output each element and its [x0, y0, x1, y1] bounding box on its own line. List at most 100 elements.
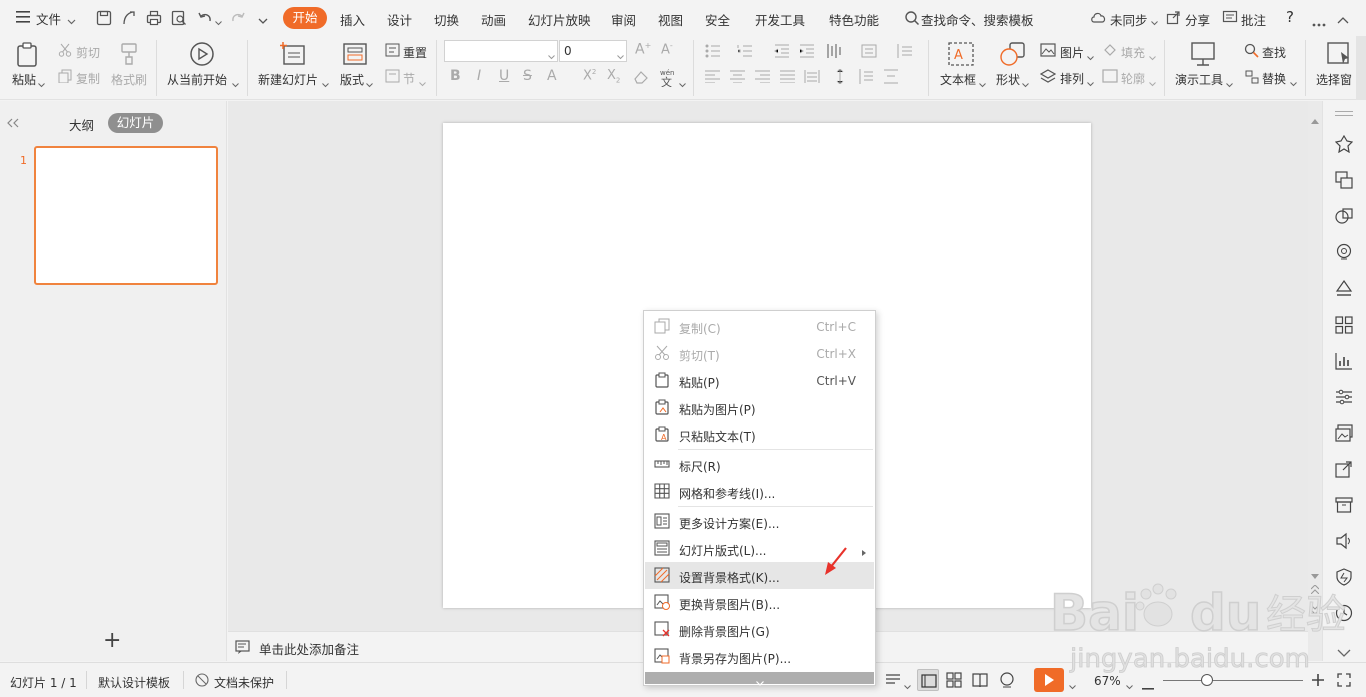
select-pane-icon[interactable]	[1327, 42, 1351, 69]
strikethrough-icon[interactable]: S	[523, 68, 532, 84]
italic-icon[interactable]: I	[477, 68, 481, 84]
menu-scroll-more[interactable]	[645, 672, 874, 686]
search-icon[interactable]	[904, 10, 920, 29]
shield-icon[interactable]	[1335, 568, 1353, 586]
fill-button[interactable]: 填充	[1121, 44, 1145, 61]
align-left-icon[interactable]	[705, 70, 720, 86]
file-menu[interactable]: 文件	[36, 9, 61, 28]
customize-toolbar-icon[interactable]	[258, 14, 268, 28]
bullet-list-icon[interactable]	[705, 44, 721, 61]
tab-slideshow[interactable]: 幻灯片放映	[528, 10, 591, 29]
new-slide-icon[interactable]	[280, 42, 306, 69]
reset-button[interactable]: 重置	[403, 44, 427, 61]
cut-icon[interactable]	[58, 43, 72, 60]
zoom-level[interactable]: 67%	[1094, 674, 1121, 688]
sync-status[interactable]: 未同步	[1110, 10, 1148, 29]
chevron-down-icon[interactable]	[1290, 76, 1297, 90]
shape-icon[interactable]	[1000, 42, 1026, 69]
share-icon[interactable]	[1166, 10, 1181, 28]
cut-button[interactable]: 剪切	[76, 44, 100, 61]
chevron-down-icon[interactable]	[232, 77, 239, 91]
slide-thumbnail[interactable]	[34, 146, 218, 285]
picture-button[interactable]: 图片	[1060, 44, 1084, 61]
outline-icon[interactable]	[1102, 69, 1118, 86]
format-painter-button[interactable]: 格式刷	[111, 71, 147, 88]
export-share-icon[interactable]	[1335, 460, 1353, 478]
settings-sliders-icon[interactable]	[1335, 388, 1353, 406]
chevron-down-icon[interactable]	[548, 49, 555, 63]
menu-item-cut[interactable]: 剪切(T) Ctrl+X	[645, 340, 874, 367]
image-gallery-icon[interactable]	[1335, 424, 1353, 442]
menu-item-copy[interactable]: 复制(C) Ctrl+C	[645, 313, 874, 340]
replace-icon[interactable]	[1244, 69, 1259, 87]
present-tools-icon[interactable]	[1191, 42, 1215, 69]
chevron-down-icon[interactable]	[1151, 15, 1158, 29]
line-spacing-icon[interactable]	[826, 43, 844, 62]
shapes-panel-icon[interactable]	[1335, 207, 1353, 225]
align-text-icon[interactable]	[897, 43, 913, 62]
tab-insert[interactable]: 插入	[340, 10, 365, 29]
bold-icon[interactable]: B	[450, 68, 461, 84]
help-button[interactable]: ?	[1286, 8, 1294, 26]
chevron-down-icon[interactable]	[679, 77, 686, 91]
play-from-current-icon[interactable]	[189, 41, 215, 70]
menu-item-paste-as-picture[interactable]: 粘贴为图片(P)	[645, 394, 874, 421]
normal-view-icon[interactable]	[917, 669, 939, 691]
chevron-down-icon[interactable]	[979, 77, 986, 91]
chevron-down-icon[interactable]	[1149, 76, 1156, 90]
zoom-out-icon[interactable]	[1142, 679, 1154, 693]
decrease-indent-icon[interactable]	[774, 44, 790, 61]
document-protection[interactable]: 文档未保护	[214, 674, 274, 691]
print-preview-icon[interactable]	[171, 10, 187, 29]
clear-format-icon[interactable]	[633, 70, 649, 87]
phonetic-icon[interactable]: wén 文	[658, 67, 678, 90]
cloud-sync-icon[interactable]	[1090, 10, 1108, 27]
numbered-list-icon[interactable]	[737, 44, 753, 61]
audio-icon[interactable]	[1335, 532, 1353, 550]
archive-box-icon[interactable]	[1335, 496, 1353, 514]
align-center-icon[interactable]	[730, 70, 745, 86]
chevron-down-icon[interactable]	[67, 14, 76, 28]
reading-view-icon[interactable]	[972, 672, 988, 691]
shrink-font-icon[interactable]: A-	[661, 41, 673, 57]
add-slide-button[interactable]: +	[103, 628, 121, 653]
menu-item-grid-guides[interactable]: 网格和参考线(I)...	[645, 478, 874, 505]
tab-special[interactable]: 特色功能	[829, 10, 879, 29]
distribute-icon[interactable]	[804, 70, 820, 86]
menu-item-paste-text-only[interactable]: A 只粘贴文本(T)	[645, 421, 874, 448]
tab-animation[interactable]: 动画	[481, 10, 506, 29]
menu-item-change-bg-picture[interactable]: 更换背景图片(B)...	[645, 589, 874, 616]
subscript-icon[interactable]: X2	[607, 68, 620, 85]
chevron-down-icon[interactable]	[1022, 77, 1029, 91]
find-icon[interactable]	[1244, 43, 1259, 61]
text-box-button[interactable]: 文本框	[940, 71, 976, 88]
superscript-icon[interactable]: X2	[583, 68, 596, 83]
section-button[interactable]: 节	[403, 70, 415, 87]
tab-transition[interactable]: 切换	[434, 10, 459, 29]
present-tools-button[interactable]: 演示工具	[1175, 71, 1223, 88]
chevron-down-icon[interactable]	[419, 76, 426, 90]
template-name[interactable]: 默认设计模板	[98, 674, 170, 691]
scroll-down-icon[interactable]	[1311, 568, 1319, 582]
comment-icon[interactable]	[1222, 10, 1238, 28]
next-slide-icon[interactable]	[1310, 603, 1320, 617]
notes-placeholder[interactable]: 单击此处添加备注	[259, 639, 359, 658]
more-icon[interactable]	[1312, 16, 1326, 30]
picture-icon[interactable]	[1040, 43, 1056, 60]
copy-layout-icon[interactable]	[1335, 171, 1353, 189]
command-search[interactable]: 查找命令、搜索模板	[921, 10, 1034, 29]
chevron-down-icon[interactable]	[322, 77, 329, 91]
chevron-down-icon[interactable]	[215, 15, 222, 29]
prev-slide-icon[interactable]	[1310, 583, 1320, 597]
redo-icon[interactable]	[230, 10, 246, 29]
share-button[interactable]: 分享	[1185, 10, 1210, 29]
grid-layout-icon[interactable]	[1335, 316, 1353, 334]
arrange-button[interactable]: 排列	[1060, 70, 1084, 87]
shape-button[interactable]: 形状	[996, 71, 1020, 88]
comment-button[interactable]: 批注	[1241, 10, 1266, 29]
menu-item-save-bg-as-picture[interactable]: 背景另存为图片(P)...	[645, 643, 874, 670]
tab-home[interactable]: 开始	[283, 7, 327, 29]
vertical-scrollbar[interactable]	[1308, 101, 1322, 661]
zoom-in-icon[interactable]	[1312, 674, 1324, 689]
hamburger-icon[interactable]	[16, 11, 30, 23]
